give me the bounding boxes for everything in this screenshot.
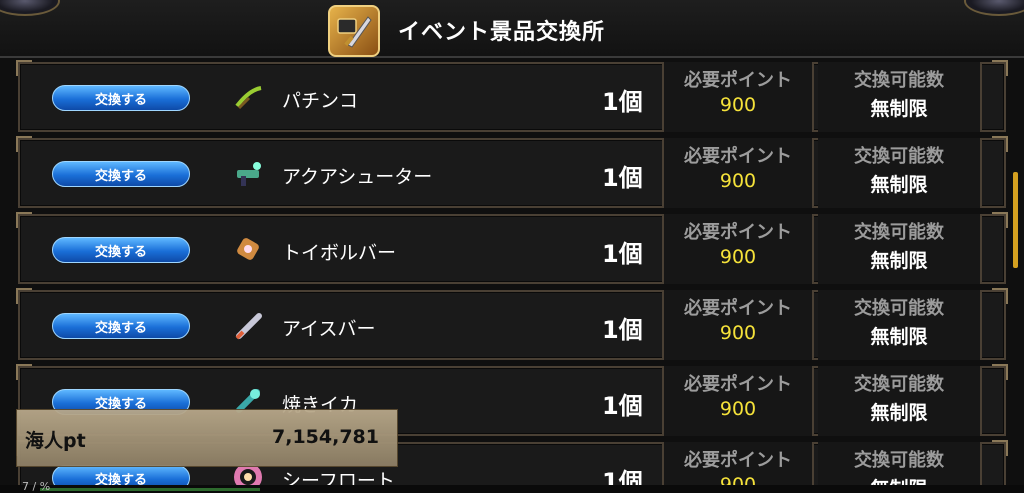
required-points-value: 900: [719, 322, 757, 344]
item-quantity: 1個: [602, 88, 643, 116]
footer-text: 7 / %: [22, 480, 51, 493]
item-quantity: 1個: [602, 164, 643, 192]
required-points-value: 900: [719, 246, 757, 268]
required-points-label: 必要ポイント: [684, 450, 792, 471]
exchange-limit-value: 無制限: [870, 326, 928, 348]
item-name: アクアシューター: [282, 166, 433, 188]
list-item: 交換する アクアシューター 1個 必要ポイント 900 交換可能数 無制限: [16, 136, 1008, 208]
required-points-label: 必要ポイント: [684, 374, 792, 395]
exchange-limit-cell: 交換可能数 無制限: [818, 62, 982, 132]
list-item: 交換する アイスバー 1個 必要ポイント 900 交換可能数 無制限: [16, 288, 1008, 360]
exchange-limit-cell: 交換可能数 無制限: [818, 290, 982, 360]
shop-weapon-icon: [328, 5, 380, 57]
item-name: パチンコ: [282, 90, 359, 112]
exchange-limit-value: 無制限: [870, 250, 928, 272]
required-points-value: 900: [719, 398, 757, 420]
required-points-label: 必要ポイント: [684, 298, 792, 319]
exchange-limit-value: 無制限: [870, 174, 928, 196]
exchange-button[interactable]: 交換する: [52, 237, 190, 263]
exchange-button[interactable]: 交換する: [52, 85, 190, 111]
item-name: トイボルバー: [282, 242, 397, 264]
required-points-cell: 必要ポイント 900: [662, 62, 814, 132]
exchange-button[interactable]: 交換する: [52, 313, 190, 339]
required-points-label: 必要ポイント: [684, 70, 792, 91]
exchange-limit-label: 交換可能数: [854, 70, 944, 91]
exchange-limit-label: 交換可能数: [854, 298, 944, 319]
exchange-limit-cell: 交換可能数 無制限: [818, 366, 982, 436]
exchange-limit-value: 無制限: [870, 402, 928, 424]
bottom-bar: [0, 485, 1024, 493]
aqua-shooter-icon: [230, 155, 266, 191]
item-quantity: 1個: [602, 392, 643, 420]
slingshot-icon: [230, 79, 266, 115]
required-points-cell: 必要ポイント 900: [662, 138, 814, 208]
corner-ornament: [964, 0, 1024, 16]
toy-bolver-icon: [230, 231, 266, 267]
points-panel: 海人pt 7,154,781: [16, 409, 398, 467]
required-points-value: 900: [719, 94, 757, 116]
scrollbar[interactable]: [1013, 172, 1018, 268]
points-label: 海人pt: [25, 430, 86, 452]
points-value: 7,154,781: [272, 426, 379, 448]
required-points-cell: 必要ポイント 900: [662, 366, 814, 436]
progress-bar: [40, 488, 260, 491]
exchange-limit-value: 無制限: [870, 98, 928, 120]
ice-bar-icon: [230, 307, 266, 343]
exchange-limit-cell: 交換可能数 無制限: [818, 214, 982, 284]
exchange-limit-label: 交換可能数: [854, 374, 944, 395]
exchange-limit-label: 交換可能数: [854, 222, 944, 243]
exchange-limit-label: 交換可能数: [854, 450, 944, 471]
required-points-cell: 必要ポイント 900: [662, 214, 814, 284]
item-quantity: 1個: [602, 240, 643, 268]
required-points-label: 必要ポイント: [684, 146, 792, 167]
required-points-label: 必要ポイント: [684, 222, 792, 243]
page-title: イベント景品交換所: [398, 20, 606, 45]
corner-ornament: [0, 0, 60, 16]
item-quantity: 1個: [602, 316, 643, 344]
exchange-limit-label: 交換可能数: [854, 146, 944, 167]
list-item: 交換する パチンコ 1個 必要ポイント 900 交換可能数 無制限: [16, 60, 1008, 132]
header: イベント景品交換所: [0, 0, 1024, 58]
list-item: 交換する トイボルバー 1個 必要ポイント 900 交換可能数 無制限: [16, 212, 1008, 284]
required-points-cell: 必要ポイント 900: [662, 290, 814, 360]
item-name: アイスバー: [282, 318, 376, 340]
exchange-button[interactable]: 交換する: [52, 161, 190, 187]
exchange-limit-cell: 交換可能数 無制限: [818, 138, 982, 208]
required-points-value: 900: [719, 170, 757, 192]
